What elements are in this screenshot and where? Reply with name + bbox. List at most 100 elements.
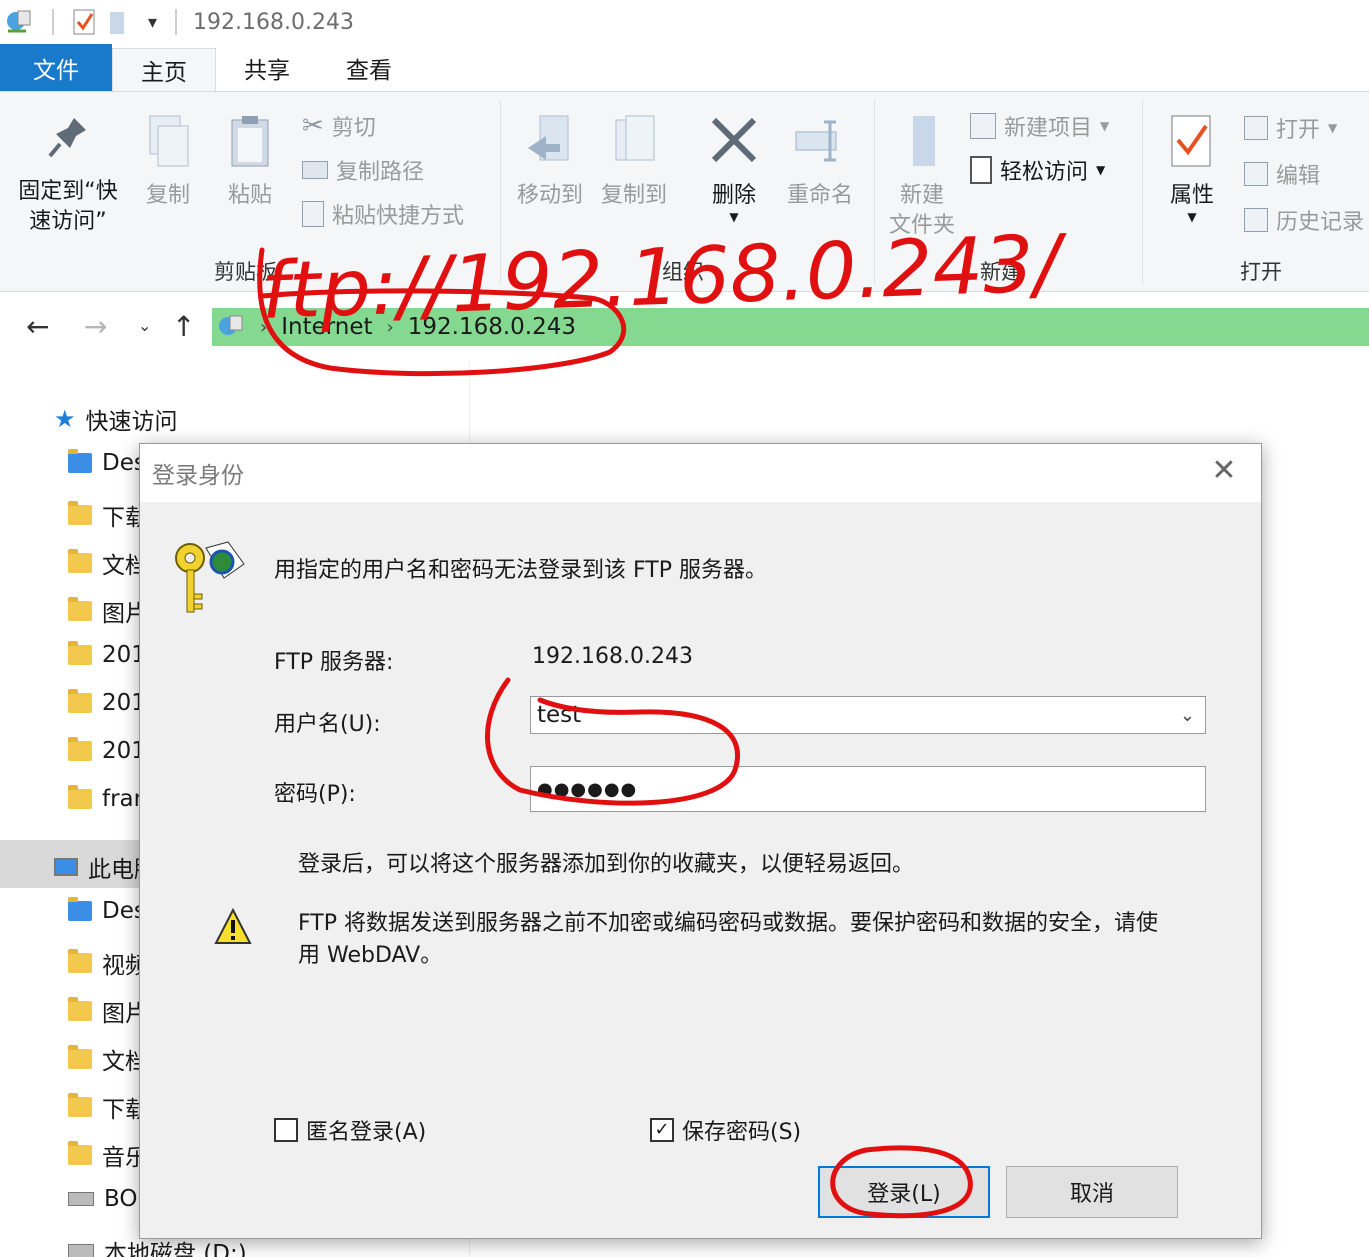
group-organize-label: 组织: [662, 260, 704, 284]
downloads-folder-icon: [68, 1093, 92, 1117]
title-bar: ▾ 192.168.0.243: [0, 0, 1369, 44]
new-folder-label-line1: 新建: [899, 183, 944, 208]
new-item-dropdown-arrow[interactable]: ▼: [1100, 119, 1109, 133]
forward-arrow-icon[interactable]: →: [84, 310, 107, 343]
nav-item[interactable]: 下载: [68, 1090, 148, 1124]
warning-line2: 用 WebDAV。: [298, 943, 443, 968]
history-label: 历史记录: [1276, 210, 1365, 235]
scissors-icon: ✂: [302, 111, 324, 141]
move-to-button[interactable]: 移动到: [512, 112, 588, 211]
properties-button[interactable]: 属性 ▼: [1156, 112, 1228, 223]
easy-access-dropdown-arrow[interactable]: ▼: [1096, 163, 1105, 177]
nav-item[interactable]: BO: [68, 1186, 137, 1212]
password-field[interactable]: ●●●●●●: [530, 766, 1206, 812]
new-item-icon: [970, 113, 996, 139]
videos-folder-icon: [68, 949, 92, 973]
tab-file[interactable]: 文件: [0, 44, 112, 91]
new-folder-button[interactable]: 新建 文件夹: [884, 112, 960, 241]
info-text: 登录后，可以将这个服务器添加到你的收藏夹，以便轻易返回。: [298, 852, 915, 877]
move-to-label: 移动到: [516, 183, 583, 208]
tab-view[interactable]: 查看: [318, 44, 420, 91]
qa-separator: [52, 9, 54, 35]
folder-icon: [68, 689, 92, 713]
delete-button[interactable]: 删除 ▼: [704, 112, 764, 223]
nav-item[interactable]: 下载: [68, 498, 148, 532]
documents-folder-icon: [68, 1045, 92, 1069]
close-icon[interactable]: ✕: [1209, 456, 1239, 486]
key-globe-icon: [175, 541, 245, 613]
new-item-label: 新建项目: [1004, 116, 1093, 141]
desktop-folder-icon: [68, 897, 92, 921]
nav-item[interactable]: 音乐: [68, 1138, 148, 1172]
open-dropdown-arrow[interactable]: ▼: [1328, 121, 1337, 135]
nav-item[interactable]: 文档: [68, 546, 148, 580]
copy-path-button[interactable]: 复制路径: [302, 154, 424, 186]
folder-icon: [68, 641, 92, 665]
nav-item[interactable]: Des: [68, 449, 146, 476]
anonymous-login-label: 匿名登录(A): [306, 1120, 427, 1145]
nav-item[interactable]: 图片: [68, 594, 148, 628]
copy-to-button[interactable]: 复制到: [596, 112, 672, 211]
username-combobox[interactable]: test ⌄: [530, 696, 1206, 734]
recent-locations-chevron-icon[interactable]: ⌄: [138, 316, 151, 335]
paste-shortcut-icon: [302, 201, 324, 227]
paste-shortcut-button[interactable]: 粘贴快捷方式: [302, 198, 464, 230]
edit-button[interactable]: 编辑: [1244, 158, 1320, 190]
checkbox-unchecked-icon: [274, 1118, 298, 1142]
history-icon: [1244, 208, 1268, 232]
folder-icon: [68, 737, 92, 761]
tab-home[interactable]: 主页: [112, 48, 216, 91]
pin-quick-access-button[interactable]: 固定到“快 速访问”: [12, 112, 124, 237]
group-separator: [500, 100, 501, 284]
paste-label: 粘贴: [227, 183, 272, 208]
nav-item[interactable]: fran: [68, 785, 148, 812]
paste-button[interactable]: 粘贴: [218, 112, 282, 211]
new-folder-label-line2: 文件夹: [888, 213, 955, 238]
nav-item[interactable]: 视频: [68, 946, 148, 980]
history-button[interactable]: 历史记录: [1244, 204, 1364, 236]
rename-button[interactable]: 重命名: [780, 112, 860, 211]
drive-icon: [68, 1244, 94, 1257]
cut-button[interactable]: ✂ 剪切: [302, 110, 376, 142]
delete-dropdown-arrow[interactable]: ▼: [704, 211, 764, 223]
customize-qa-dropdown[interactable]: ▾: [148, 12, 157, 33]
group-open-label: 打开: [1240, 260, 1282, 284]
nav-quick-access[interactable]: ★ 快速访问: [54, 402, 178, 436]
breadcrumb-host[interactable]: 192.168.0.243: [408, 314, 576, 340]
new-item-button[interactable]: 新建项目 ▼: [970, 110, 1109, 142]
dialog-title-bar: 登录身份: [140, 444, 1261, 502]
login-button[interactable]: 登录(L): [818, 1166, 990, 1218]
music-folder-icon: [68, 1141, 92, 1165]
cut-label: 剪切: [331, 116, 376, 141]
nav-item[interactable]: 201: [68, 689, 146, 716]
up-arrow-icon[interactable]: ↑: [172, 310, 195, 343]
paste-icon: [231, 116, 269, 167]
nav-item[interactable]: 201: [68, 737, 146, 764]
cancel-button[interactable]: 取消: [1006, 1166, 1178, 1218]
breadcrumb-internet[interactable]: Internet: [281, 314, 372, 340]
computer-icon: [54, 858, 78, 876]
nav-item[interactable]: Des: [68, 897, 146, 924]
properties-dropdown-arrow[interactable]: ▼: [1156, 211, 1228, 223]
new-folder-qa-icon[interactable]: [106, 8, 132, 36]
ribbon: 固定到“快 速访问” 复制 粘贴 ✂ 剪切 复制路径 粘贴快捷方式 剪贴板 移动到…: [0, 92, 1369, 292]
properties-qa-icon[interactable]: [72, 8, 98, 36]
pictures-folder-icon: [68, 997, 92, 1021]
copy-button[interactable]: 复制: [136, 112, 200, 211]
open-button[interactable]: 打开 ▼: [1244, 112, 1337, 144]
nav-item[interactable]: 201: [68, 641, 146, 668]
chevron-down-icon[interactable]: ⌄: [1180, 705, 1195, 726]
tab-share[interactable]: 共享: [216, 44, 318, 91]
save-password-checkbox[interactable]: ✓ 保存密码(S): [650, 1114, 801, 1146]
anonymous-login-checkbox[interactable]: 匿名登录(A): [274, 1114, 426, 1146]
open-label: 打开: [1276, 118, 1321, 143]
nav-item[interactable]: 文档: [68, 1042, 148, 1076]
edit-icon: [1244, 162, 1268, 186]
easy-access-button[interactable]: 轻松访问 ▼: [970, 154, 1105, 186]
back-arrow-icon[interactable]: ←: [26, 310, 49, 343]
rename-label: 重命名: [786, 183, 853, 208]
nav-item[interactable]: 图片: [68, 994, 148, 1028]
drive-icon: [68, 1192, 94, 1206]
address-bar[interactable]: › Internet › 192.168.0.243: [212, 308, 1369, 346]
ribbon-tabs: 文件 主页 共享 查看: [0, 44, 1369, 92]
